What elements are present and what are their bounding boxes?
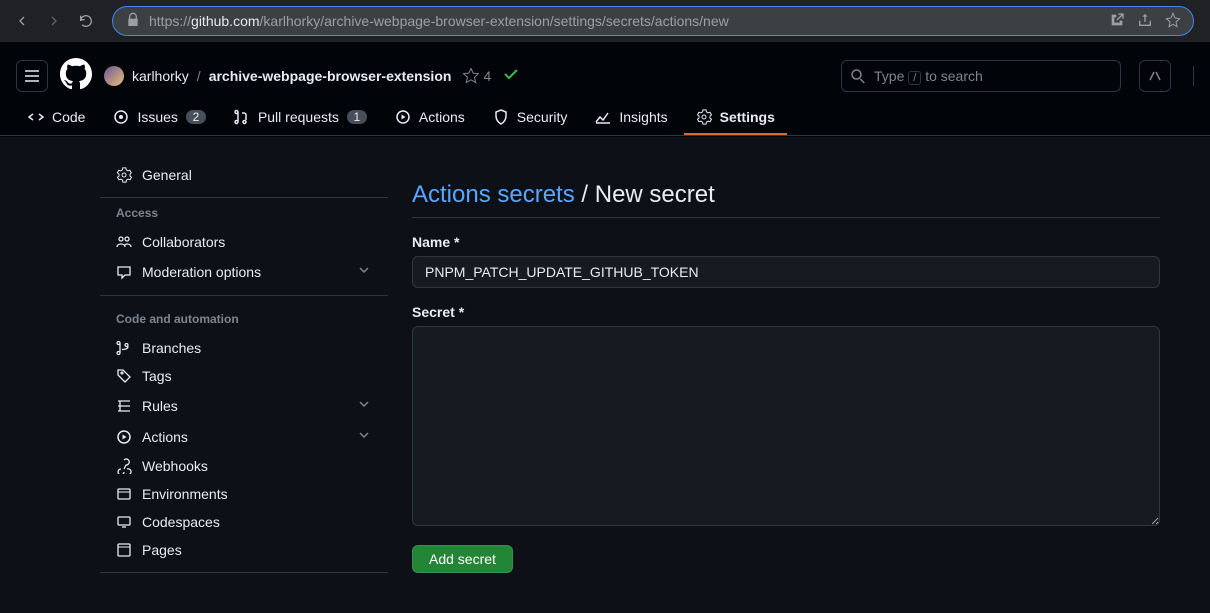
- pages-icon: [116, 542, 132, 558]
- url-bar[interactable]: https://github.com/karlhorky/archive-web…: [112, 6, 1194, 36]
- sidebar-group-title: Code and automation: [100, 304, 388, 334]
- play-icon: [116, 429, 132, 445]
- sidebar-item-tags[interactable]: Tags: [100, 362, 388, 390]
- add-secret-button[interactable]: Add secret: [412, 545, 513, 573]
- sidebar-item-branches[interactable]: Branches: [100, 334, 388, 362]
- page-title: Actions secrets / New secret: [412, 181, 1160, 218]
- lock-icon: [125, 12, 141, 31]
- tab-settings[interactable]: Settings: [684, 101, 787, 135]
- title-link[interactable]: Actions secrets: [412, 181, 575, 208]
- forward-button[interactable]: [40, 7, 68, 35]
- shield-icon: [493, 109, 509, 125]
- comment-icon: [116, 264, 132, 280]
- content-area: Actions secrets / New secret Name * Secr…: [396, 161, 1176, 573]
- owner-avatar[interactable]: [104, 66, 124, 86]
- url-text: https://github.com/karlhorky/archive-web…: [149, 13, 1101, 29]
- people-icon: [116, 234, 132, 250]
- tab-pull-requests[interactable]: Pull requests1: [222, 101, 379, 135]
- star-count[interactable]: 4: [463, 68, 491, 84]
- tag-icon: [116, 368, 132, 384]
- repo-tabs: CodeIssues2Pull requests1ActionsSecurity…: [0, 101, 1210, 136]
- name-input[interactable]: [412, 256, 1160, 288]
- browser-toolbar: https://github.com/karlhorky/archive-web…: [0, 0, 1210, 42]
- github-logo[interactable]: [60, 58, 92, 93]
- tab-counter: 1: [347, 110, 367, 124]
- sidebar-item-environments[interactable]: Environments: [100, 480, 388, 508]
- search-icon: [850, 68, 866, 84]
- chevron-down-icon: [356, 262, 372, 281]
- owner-link[interactable]: karlhorky: [132, 68, 189, 84]
- main-content: General AccessCollaboratorsModeration op…: [0, 137, 1210, 613]
- webhook-icon: [116, 458, 132, 474]
- title-current: New secret: [595, 181, 715, 208]
- rules-icon: [116, 398, 132, 414]
- sidebar-item-collaborators[interactable]: Collaborators: [100, 228, 388, 256]
- tab-issues[interactable]: Issues2: [101, 101, 217, 135]
- pr-icon: [234, 109, 250, 125]
- gear-icon: [116, 167, 132, 183]
- repo-breadcrumb: karlhorky / archive-webpage-browser-exte…: [104, 66, 451, 86]
- star-icon[interactable]: [1165, 12, 1181, 31]
- hamburger-menu[interactable]: [16, 60, 48, 92]
- gear-icon: [696, 109, 712, 125]
- graph-icon: [595, 109, 611, 125]
- sidebar-item-actions[interactable]: Actions: [100, 421, 388, 452]
- tab-counter: 2: [186, 110, 206, 124]
- sidebar-group-title: Access: [100, 198, 388, 228]
- tab-insights[interactable]: Insights: [583, 101, 679, 135]
- sidebar-item-codespaces[interactable]: Codespaces: [100, 508, 388, 536]
- repo-link[interactable]: archive-webpage-browser-extension: [209, 68, 452, 84]
- env-icon: [116, 486, 132, 502]
- tab-actions[interactable]: Actions: [383, 101, 477, 135]
- check-icon: [503, 66, 519, 85]
- sidebar-item-moderation-options[interactable]: Moderation options: [100, 256, 388, 287]
- search-placeholder: Type / to search: [874, 68, 983, 84]
- play-icon: [395, 109, 411, 125]
- reload-button[interactable]: [72, 7, 100, 35]
- breadcrumb-separator: /: [197, 68, 201, 84]
- name-label: Name *: [412, 234, 1160, 250]
- back-button[interactable]: [8, 7, 36, 35]
- tab-code[interactable]: Code: [16, 101, 97, 135]
- issue-icon: [113, 109, 129, 125]
- share-icon[interactable]: [1137, 12, 1153, 31]
- open-external-icon[interactable]: [1109, 12, 1125, 31]
- command-palette-button[interactable]: [1139, 60, 1171, 92]
- sidebar-item-rules[interactable]: Rules: [100, 390, 388, 421]
- branch-icon: [116, 340, 132, 356]
- chevron-down-icon: [356, 427, 372, 446]
- code-icon: [28, 109, 44, 125]
- app-header: karlhorky / archive-webpage-browser-exte…: [0, 42, 1210, 137]
- sidebar-item-webhooks[interactable]: Webhooks: [100, 452, 388, 480]
- sidebar-item-pages[interactable]: Pages: [100, 536, 388, 564]
- secret-label: Secret *: [412, 304, 1160, 320]
- settings-sidebar: General AccessCollaboratorsModeration op…: [100, 161, 396, 573]
- tab-security[interactable]: Security: [481, 101, 580, 135]
- codespaces-icon: [116, 514, 132, 530]
- chevron-down-icon: [356, 396, 372, 415]
- search-input[interactable]: Type / to search: [841, 60, 1121, 92]
- secret-textarea[interactable]: [412, 326, 1160, 526]
- sidebar-general[interactable]: General: [100, 161, 388, 189]
